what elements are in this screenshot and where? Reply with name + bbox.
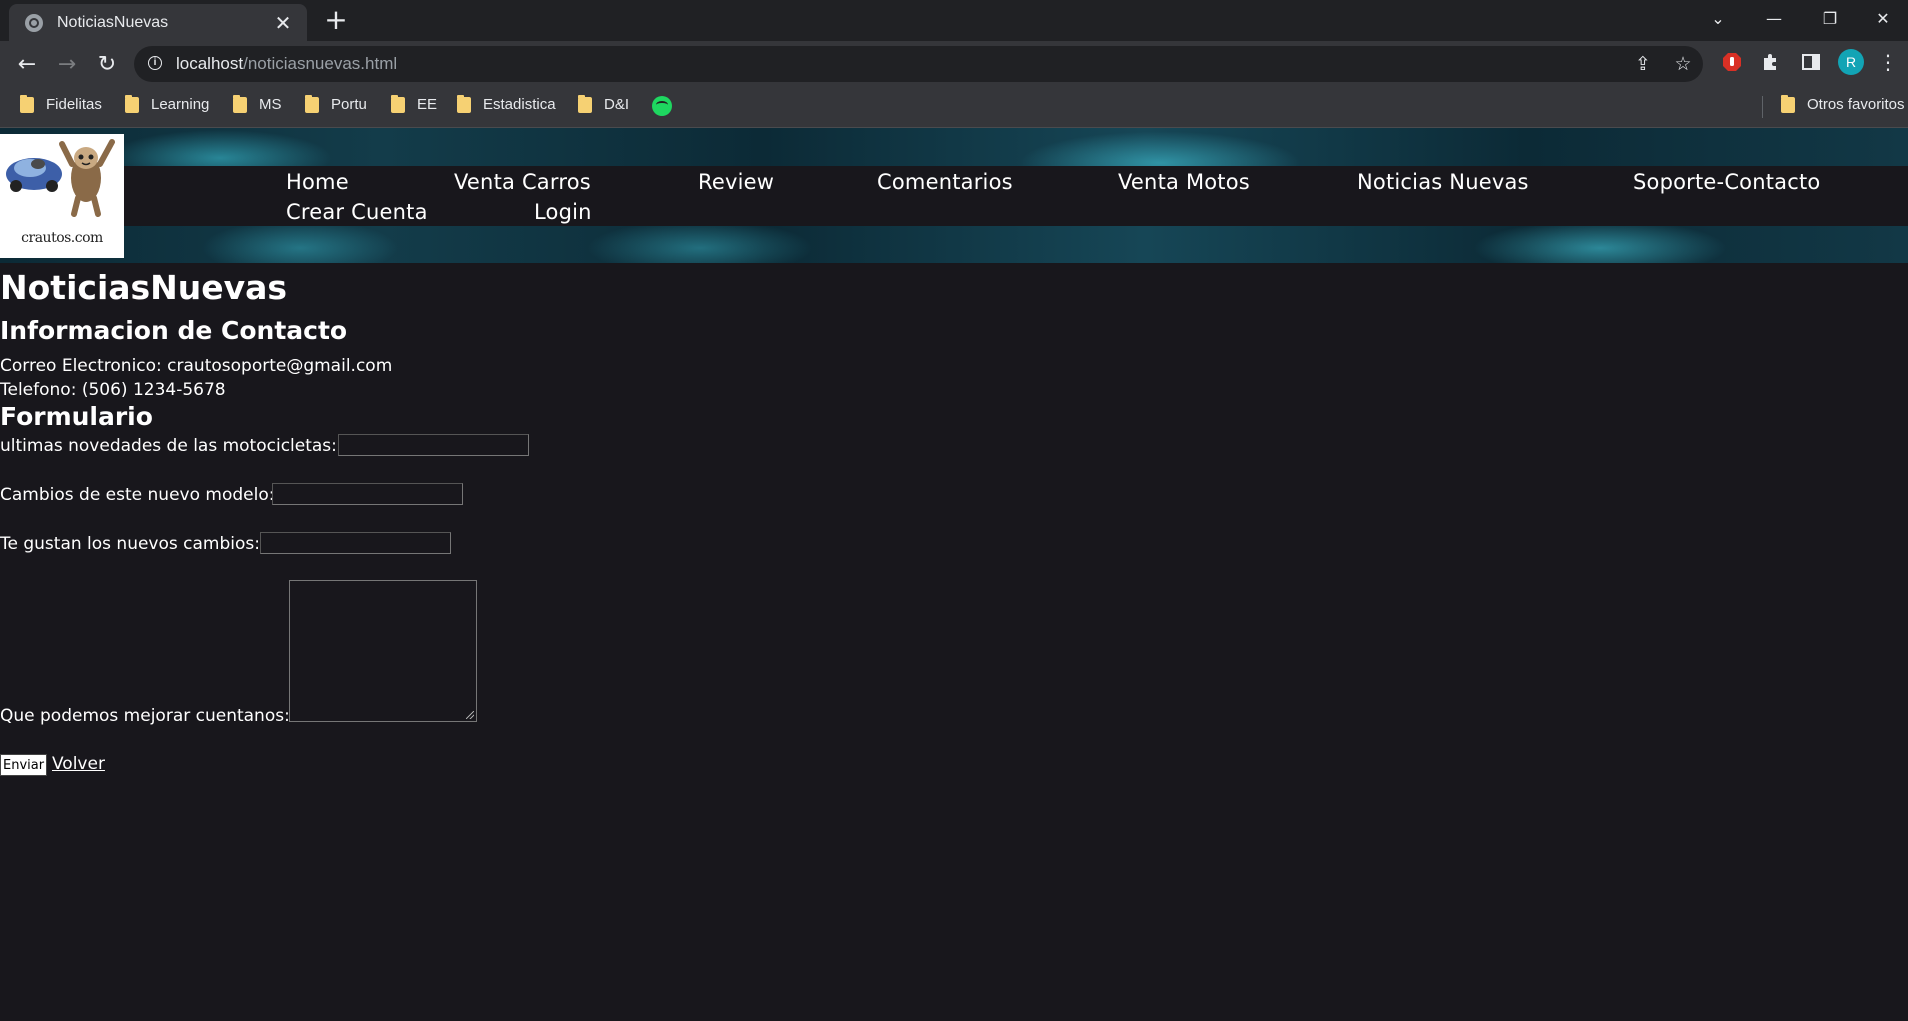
field-novedades-label: ultimas novedades de las motocicletas: [0,436,337,456]
bookmark-fidelitas[interactable]: Fidelitas [20,94,102,113]
nav-login[interactable]: Login [534,200,592,224]
browser-toolbar: ← → ↻ i localhost/noticiasnuevas.html ⇪ … [0,41,1908,87]
bookmark-ee[interactable]: EE [391,94,437,113]
bookmarks-bar [0,87,1908,128]
mejorar-textarea[interactable] [289,580,477,722]
restore-button[interactable]: ❐ [1802,0,1858,36]
address-bar[interactable]: i localhost/noticiasnuevas.html ⇪ ☆ [134,46,1703,82]
bookmark-portu[interactable]: Portu [305,94,367,113]
nav-home[interactable]: Home [286,170,349,194]
form-heading: Formulario [0,402,153,431]
folder-icon [233,94,247,113]
contact-heading: Informacion de Contacto [0,316,348,345]
submit-button[interactable]: Enviar [0,754,48,776]
nav-noticias-nuevas[interactable]: Noticias Nuevas [1357,170,1529,194]
folder-icon [1781,94,1795,113]
tab-search-icon[interactable]: ⌄ [1690,0,1746,36]
page-title: NoticiasNuevas [0,268,288,307]
cambios-input[interactable] [272,483,463,505]
page-viewport: Home Venta Carros Review Comentarios Ven… [0,128,1908,1021]
nav-venta-carros[interactable]: Venta Carros [454,170,591,194]
url-text: localhost/noticiasnuevas.html [176,54,398,73]
logo-car-sloth-image [6,139,115,217]
browser-tabstrip: NoticiasNuevas ✕ + ⌄ — ❐ ✕ [0,0,1908,41]
browser-tab[interactable]: NoticiasNuevas ✕ [9,4,307,41]
globe-icon [25,13,43,32]
tab-title: NoticiasNuevas [57,13,169,31]
nav-soporte-contacto[interactable]: Soporte-Contacto [1633,170,1820,194]
spotify-bookmark-icon[interactable] [652,96,672,116]
side-panel-icon[interactable] [1799,50,1823,74]
bookmarks-divider [1762,96,1763,118]
main-nav: Home Venta Carros Review Comentarios Ven… [0,166,1908,226]
bookmark-learning[interactable]: Learning [125,94,209,113]
folder-icon [578,94,592,113]
novedades-input[interactable] [338,434,529,456]
contact-email: Correo Electronico: crautosoporte@gmail.… [0,356,393,376]
nav-comentarios[interactable]: Comentarios [877,170,1013,194]
folder-icon [305,94,319,113]
field-gustan-label: Te gustan los nuevos cambios: [0,534,260,554]
folder-icon [391,94,405,113]
nav-venta-motos[interactable]: Venta Motos [1118,170,1250,194]
logo-text: crautos.com [21,230,103,246]
contact-phone: Telefono: (506) 1234-5678 [0,380,226,400]
extensions-puzzle-icon[interactable] [1759,50,1783,74]
header-banner: Home Venta Carros Review Comentarios Ven… [0,128,1908,263]
back-button[interactable]: ← [12,49,42,79]
field-cambios-label: Cambios de este nuevo modelo: [0,485,275,505]
profile-avatar[interactable]: R [1838,49,1864,75]
reload-button[interactable]: ↻ [92,49,122,79]
bookmark-star-icon[interactable]: ☆ [1671,52,1695,76]
nav-crear-cuenta[interactable]: Crear Cuenta [286,200,428,224]
bookmark-ms[interactable]: MS [233,94,282,113]
site-logo[interactable]: crautos.com [0,134,124,258]
back-link[interactable]: Volver [52,754,105,774]
bookmark-estadistica[interactable]: Estadistica [457,94,556,113]
menu-kebab-icon[interactable]: ⋮ [1876,50,1900,74]
bookmark-di[interactable]: D&I [578,94,629,113]
gustan-input[interactable] [260,532,451,554]
close-tab-icon[interactable]: ✕ [271,11,295,35]
folder-icon [457,94,471,113]
bookmark-otros-favoritos[interactable]: Otros favoritos [1781,94,1905,113]
site-info-icon[interactable]: i [148,56,162,70]
resize-handle-icon[interactable] [466,711,474,719]
forward-button[interactable]: → [52,49,82,79]
nav-review[interactable]: Review [698,170,774,194]
adblock-extension-icon[interactable] [1720,50,1744,74]
share-icon[interactable]: ⇪ [1631,52,1655,76]
field-mejorar-label: Que podemos mejorar cuentanos: [0,706,290,726]
new-tab-button[interactable]: + [322,6,350,34]
folder-icon [20,94,34,113]
window-close-button[interactable]: ✕ [1858,0,1908,36]
folder-icon [125,94,139,113]
minimize-button[interactable]: — [1746,0,1802,36]
